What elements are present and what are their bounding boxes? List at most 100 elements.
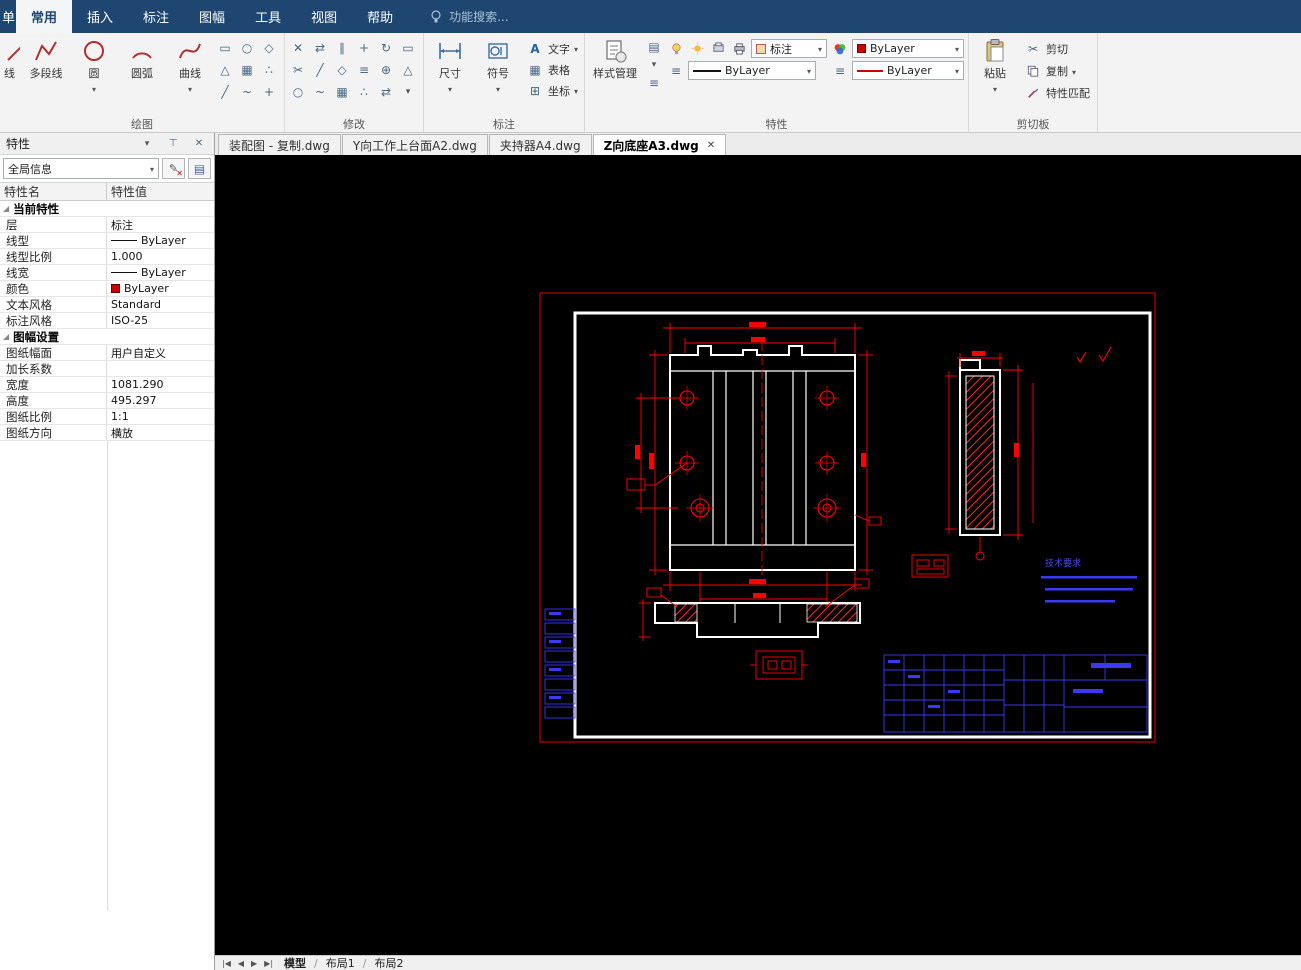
hatch-tool-icon[interactable] [238,61,256,79]
property-value[interactable]: 1081.290 [107,377,214,392]
dropdown-caret[interactable] [496,82,500,95]
first-layout-button[interactable]: |◀ [219,956,234,970]
align-tool-icon[interactable] [355,83,373,101]
property-value[interactable]: 用户自定义 [107,345,214,360]
lineweight-combo[interactable]: ByLayer [852,61,965,80]
prev-layout-button[interactable]: ◀ [235,956,247,970]
extend-tool-icon[interactable] [311,61,329,79]
coordinate-button[interactable]: 坐标 [524,80,580,101]
tab-layout1[interactable]: 布局1 [319,956,362,970]
join-tool-icon[interactable] [311,83,329,101]
next-layout-button[interactable]: ▶ [248,956,260,970]
dimension-style-combo[interactable]: 标注 [751,39,828,58]
break-tool-icon[interactable] [289,83,307,101]
printer-icon[interactable] [730,40,748,58]
array-tool-icon[interactable] [399,39,417,57]
fillet-tool-icon[interactable] [377,61,395,79]
menu-tab-view[interactable]: 视图 [296,0,352,33]
property-value[interactable]: ByLayer [107,233,214,248]
property-value[interactable]: 横放 [107,425,214,440]
menu-tab-sheet[interactable]: 图幅 [184,0,240,33]
dropdown-caret[interactable] [188,82,192,95]
copy-button[interactable]: 复制 [1021,61,1093,81]
move-tool-icon[interactable] [355,39,373,57]
match-properties-button[interactable]: 特性匹配 [1021,83,1093,103]
draw-arc-button[interactable]: 圆弧 [120,35,164,81]
feature-search[interactable]: 功能搜索... [430,0,509,33]
modify-more-caret[interactable] [399,83,417,101]
lightbulb-icon[interactable] [667,40,685,58]
dropdown-caret[interactable] [92,82,96,95]
list-icon[interactable] [645,74,663,92]
doc-tab-assembly[interactable]: 装配图 - 复制.dwg [218,134,341,155]
close-tab-icon[interactable]: ✕ [707,140,715,151]
trim-tool-icon[interactable] [289,61,307,79]
menu-tab-help[interactable]: 帮助 [352,0,408,33]
page-setup-icon[interactable] [645,38,663,56]
tab-layout2[interactable]: 布局2 [367,956,410,970]
draw-polyline-button[interactable]: 多段线 [24,35,68,81]
lineweight-list-icon[interactable] [831,62,849,80]
layer-combo[interactable]: ByLayer [852,39,965,58]
property-value[interactable]: 1:1 [107,409,214,424]
pin-icon[interactable] [164,135,182,153]
linetype-combo[interactable]: ByLayer [688,61,817,80]
dimension-button[interactable]: 尺寸 [428,35,472,95]
ellipse-tool-icon[interactable] [238,39,256,57]
property-value[interactable]: 1.000 [107,249,214,264]
ray-tool-icon[interactable] [216,83,234,101]
doc-tab-gripper[interactable]: 夹持器A4.dwg [488,134,592,155]
mirror-tool-icon[interactable] [311,39,329,57]
cut-button[interactable]: 剪切 [1021,39,1093,59]
property-value[interactable]: 495.297 [107,393,214,408]
wipeout-tool-icon[interactable] [216,61,234,79]
linetype-list-icon[interactable] [667,62,685,80]
drawing-canvas[interactable]: 技术要求 [215,155,1301,955]
rotate-tool-icon[interactable] [377,39,395,57]
divide-tool-icon[interactable] [260,83,278,101]
draw-spline-button[interactable]: 曲线 [168,35,212,95]
draw-line-button[interactable]: 线 [4,35,20,81]
color-wheel-icon[interactable] [831,40,849,58]
offset-tool-icon[interactable] [333,39,351,57]
scale-tool-icon[interactable] [333,61,351,79]
property-value[interactable]: ByLayer [107,281,214,296]
sync-attributes-button[interactable] [188,158,211,179]
close-icon[interactable] [190,135,208,153]
paste-button[interactable]: 粘贴 [973,35,1017,95]
revcloud-tool-icon[interactable] [238,83,256,101]
dropdown-caret[interactable] [645,56,663,74]
chamfer-tool-icon[interactable] [399,61,417,79]
dropdown-caret[interactable] [448,82,452,95]
table-button[interactable]: 表格 [524,59,580,80]
doc-tab-z-base[interactable]: Z向底座A3.dwg ✕ [592,134,727,155]
erase-tool-icon[interactable] [289,39,307,57]
cad-drawing[interactable]: 技术要求 [215,155,1301,955]
menu-item-partial[interactable]: 单 [0,0,16,33]
stretch-tool-icon[interactable] [355,61,373,79]
point-tool-icon[interactable] [260,61,278,79]
group-current-properties[interactable]: ◢ 当前特性 [0,201,214,217]
polygon-tool-icon[interactable] [260,39,278,57]
menu-tab-home[interactable]: 常用 [16,0,73,33]
last-layout-button[interactable]: ▶| [261,956,276,970]
plot-style-icon[interactable] [709,40,727,58]
tab-model[interactable]: 模型 [277,956,313,970]
draw-circle-button[interactable]: 圆 [72,35,116,95]
text-button[interactable]: 文字 [524,38,580,59]
menu-tab-annotate[interactable]: 标注 [128,0,184,33]
property-value[interactable]: ByLayer [107,265,214,280]
group-sheet-settings[interactable]: ◢ 图幅设置 [0,329,214,345]
style-manager-button[interactable]: 样式管理 [589,35,641,81]
panel-menu-caret-icon[interactable] [138,135,156,153]
scope-combo[interactable]: 全局信息 [3,158,159,179]
symbol-button[interactable]: 符号 [476,35,520,95]
rectangle-tool-icon[interactable] [216,39,234,57]
sun-icon[interactable] [688,40,706,58]
property-value[interactable]: 标注 [107,217,214,232]
dropdown-caret[interactable] [993,82,997,95]
property-value[interactable] [107,361,214,376]
menu-tab-tools[interactable]: 工具 [240,0,296,33]
menu-tab-insert[interactable]: 插入 [72,0,128,33]
doc-tab-y-worktable[interactable]: Y向工作上台面A2.dwg [341,134,488,155]
